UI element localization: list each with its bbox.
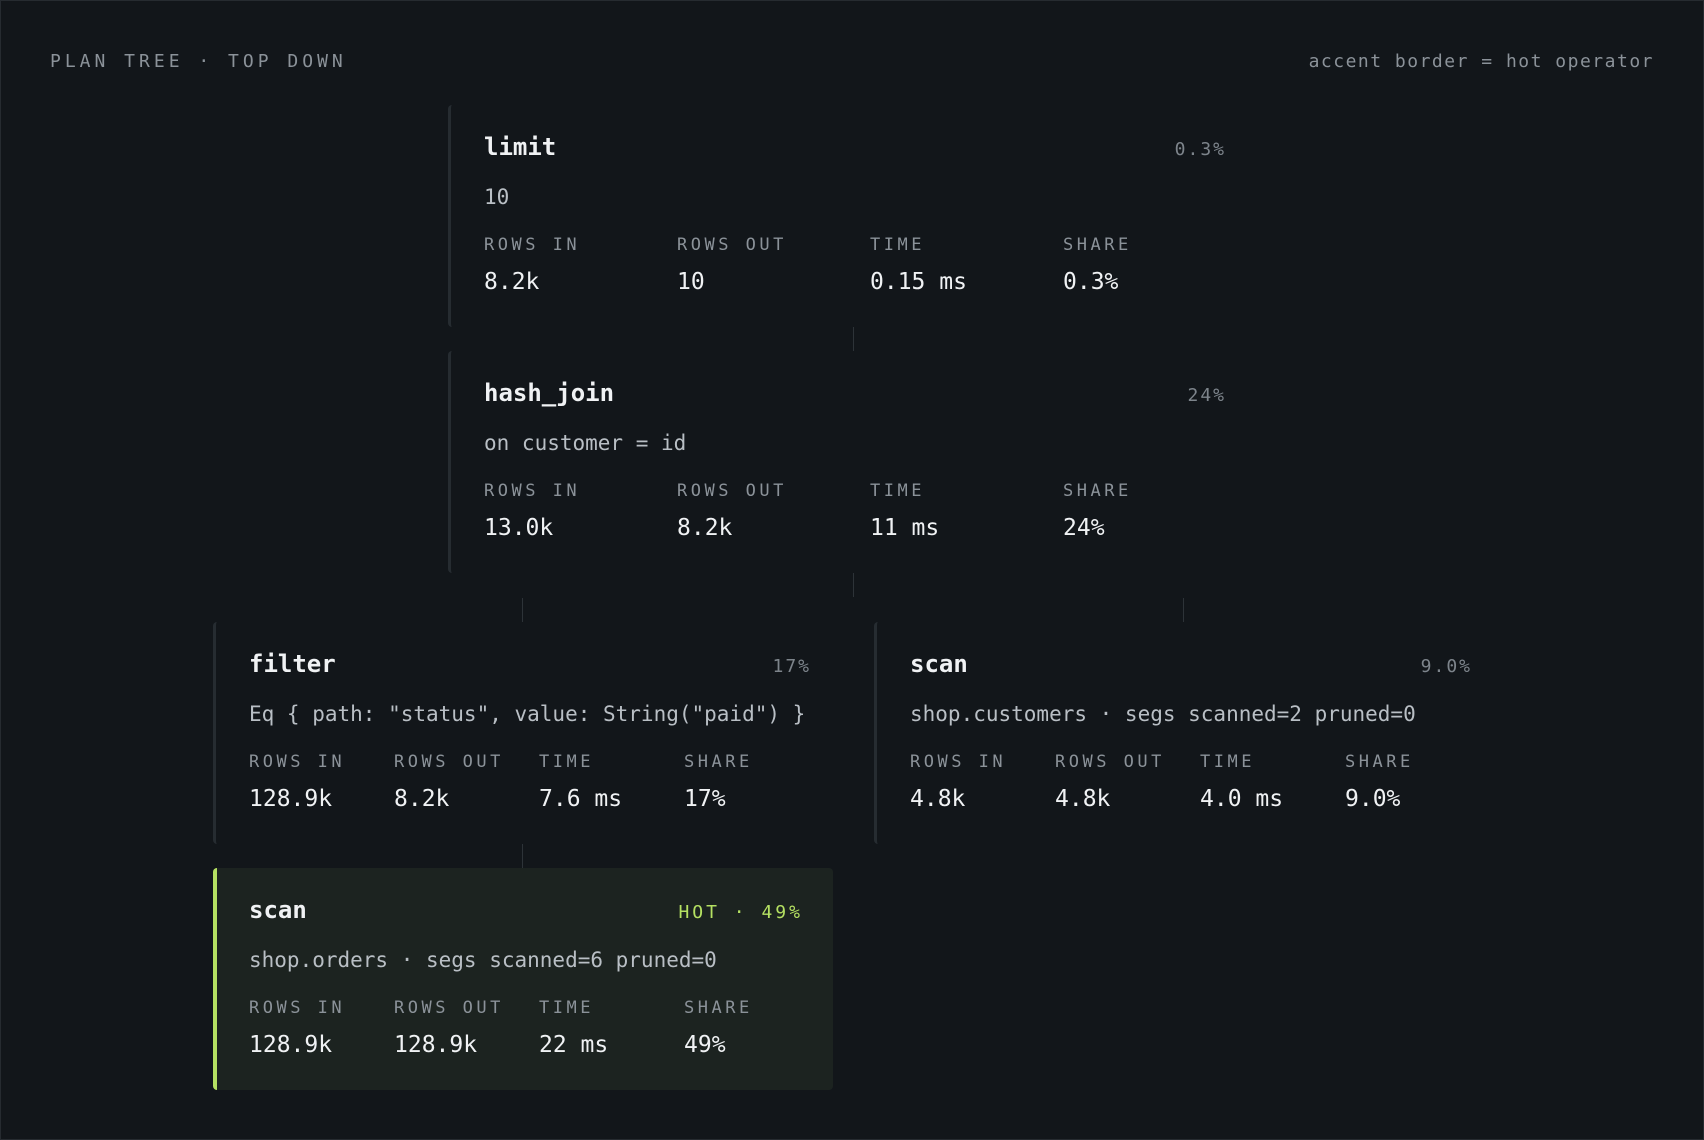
- operator-name: limit: [484, 133, 557, 161]
- operator-name: hash_join: [484, 379, 615, 407]
- stat-label: SHARE: [1063, 481, 1132, 501]
- stat-label: ROWS IN: [249, 752, 346, 772]
- operator-detail: 10: [484, 185, 510, 209]
- operator-detail: Eq { path: "status", value: String("paid…: [249, 702, 806, 726]
- tree-connector: [522, 598, 523, 622]
- stat-label: TIME: [539, 998, 594, 1018]
- stat-value: 8.2k: [677, 515, 733, 541]
- stat-label: ROWS OUT: [677, 235, 787, 255]
- share-badge: 24%: [1187, 385, 1226, 406]
- stat-label: ROWS OUT: [677, 481, 787, 501]
- stat-value: 4.0 ms: [1200, 786, 1284, 812]
- stat-value: 8.2k: [394, 786, 450, 812]
- tree-connector: [853, 573, 854, 597]
- stat-label: SHARE: [684, 998, 753, 1018]
- stat-label: TIME: [539, 752, 594, 772]
- operator-detail: shop.orders · segs scanned=6 pruned=0: [249, 948, 717, 972]
- stat-label: ROWS OUT: [394, 752, 504, 772]
- stat-label: SHARE: [1345, 752, 1414, 772]
- stat-value: 9.0%: [1345, 786, 1401, 812]
- tree-connector: [853, 327, 854, 351]
- stat-value: 4.8k: [910, 786, 966, 812]
- stat-value: 49%: [684, 1032, 726, 1058]
- plan-tree-panel: PLAN TREE · TOP DOWN accent border = hot…: [0, 0, 1704, 1140]
- stat-value: 24%: [1063, 515, 1105, 541]
- stat-label: ROWS IN: [484, 235, 581, 255]
- hot-share-badge: HOT · 49%: [678, 902, 803, 923]
- stat-value: 7.6 ms: [539, 786, 623, 812]
- stat-value: 17%: [684, 786, 726, 812]
- stat-value: 0.15 ms: [870, 269, 967, 295]
- panel-title: PLAN TREE · TOP DOWN: [50, 51, 347, 72]
- plan-node-scan-orders-hot[interactable]: scan HOT · 49% shop.orders · segs scanne…: [213, 868, 833, 1090]
- operator-detail: shop.customers · segs scanned=2 pruned=0: [910, 702, 1416, 726]
- plan-node-scan-customers[interactable]: scan 9.0% shop.customers · segs scanned=…: [874, 622, 1494, 844]
- stat-value: 22 ms: [539, 1032, 609, 1058]
- plan-node-filter[interactable]: filter 17% Eq { path: "status", value: S…: [213, 622, 833, 844]
- operator-detail: on customer = id: [484, 431, 687, 455]
- stat-label: ROWS IN: [484, 481, 581, 501]
- stat-label: ROWS IN: [910, 752, 1007, 772]
- stat-value: 128.9k: [249, 1032, 333, 1058]
- share-badge: 17%: [772, 656, 811, 677]
- tree-connector: [1183, 598, 1184, 622]
- stat-value: 13.0k: [484, 515, 554, 541]
- stat-label: TIME: [870, 481, 925, 501]
- stat-label: ROWS IN: [249, 998, 346, 1018]
- stat-value: 11 ms: [870, 515, 940, 541]
- plan-node-limit[interactable]: limit 0.3% 10 ROWS IN 8.2k ROWS OUT 10 T…: [448, 105, 1248, 327]
- stat-label: ROWS OUT: [1055, 752, 1165, 772]
- operator-name: filter: [249, 650, 336, 678]
- stat-value: 0.3%: [1063, 269, 1119, 295]
- stat-value: 128.9k: [249, 786, 333, 812]
- operator-name: scan: [910, 650, 968, 678]
- stat-label: SHARE: [684, 752, 753, 772]
- share-badge: 0.3%: [1174, 139, 1226, 160]
- stat-label: SHARE: [1063, 235, 1132, 255]
- stat-value: 4.8k: [1055, 786, 1111, 812]
- plan-node-hash-join[interactable]: hash_join 24% on customer = id ROWS IN 1…: [448, 351, 1248, 573]
- stat-value: 128.9k: [394, 1032, 478, 1058]
- stat-label: TIME: [870, 235, 925, 255]
- stat-label: ROWS OUT: [394, 998, 504, 1018]
- share-badge: 9.0%: [1420, 656, 1472, 677]
- tree-connector: [522, 844, 523, 868]
- legend-note: accent border = hot operator: [1308, 51, 1654, 72]
- stat-value: 8.2k: [484, 269, 540, 295]
- stat-value: 10: [677, 269, 705, 295]
- stat-label: TIME: [1200, 752, 1255, 772]
- operator-name: scan: [249, 896, 307, 924]
